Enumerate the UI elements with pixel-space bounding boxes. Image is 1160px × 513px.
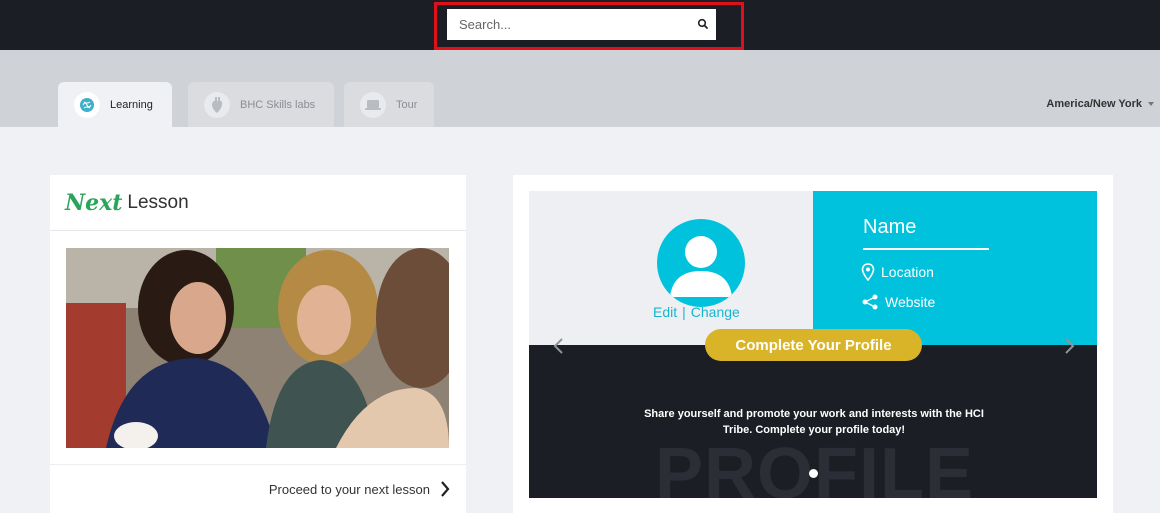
timezone-value: America/New York [1046,98,1142,110]
profile-carousel-card: Edit | Change Name Location Website PROF… [513,175,1113,513]
proceed-label: Proceed to your next lesson [268,481,430,497]
profile-location: Location [861,263,934,281]
link-separator: | [682,304,686,320]
edit-avatar-link[interactable]: Edit [653,304,677,320]
laptop-icon [360,91,386,118]
carousel-next-icon[interactable] [1059,336,1079,356]
name-underline [863,248,989,250]
profile-avatar-panel: Edit | Change [529,191,813,345]
complete-profile-button[interactable]: Complete Your Profile [705,329,922,361]
lesson-photo[interactable] [66,248,449,448]
tab-bhc-skills-labs-label: BHC Skills labs [240,98,316,111]
next-lesson-header: Next Lesson [50,175,466,231]
next-lesson-card: Next Lesson Proceed to your next lesson [50,175,466,513]
timezone-select[interactable]: America/New York [1046,98,1154,110]
website-label: Website [885,294,936,310]
change-avatar-link[interactable]: Change [691,304,740,320]
tab-bhc-skills-labs[interactable]: BHC Skills labs [188,82,334,127]
chevron-right-icon [441,481,450,497]
tab-bar: Learning BHC Skills labs Tour America/Ne… [0,50,1160,127]
avatar-edit-links: Edit | Change [653,304,740,320]
brain-icon [74,91,100,118]
location-label: Location [881,264,934,280]
profile-slide: Edit | Change Name Location Website PROF… [529,191,1097,498]
location-pin-icon [861,263,875,281]
caret-down-icon [1148,102,1154,106]
profile-info-panel: Name Location Website [813,191,1097,345]
profile-message: Share yourself and promote your work and… [644,408,984,436]
proceed-next-lesson-link[interactable]: Proceed to your next lesson [50,464,466,513]
next-lesson-title: Lesson [127,191,189,213]
search-input[interactable] [447,9,682,40]
tab-tour-label: Tour [396,98,418,111]
avatar[interactable] [657,219,745,307]
search-icon[interactable] [696,17,710,31]
tab-learning[interactable]: Learning [58,82,172,127]
carousel-prev-icon[interactable] [549,336,569,356]
search-box [447,9,716,40]
profile-background-word: PROFILE [655,434,975,498]
profile-website: Website [861,294,935,310]
profile-name: Name [863,216,917,238]
tab-tour[interactable]: Tour [344,82,434,127]
next-lesson-title-accent: Next [65,189,123,216]
heart-organ-icon [204,91,230,118]
carousel-dot[interactable] [809,469,818,478]
tab-learning-label: Learning [110,98,153,111]
share-icon [862,294,878,310]
